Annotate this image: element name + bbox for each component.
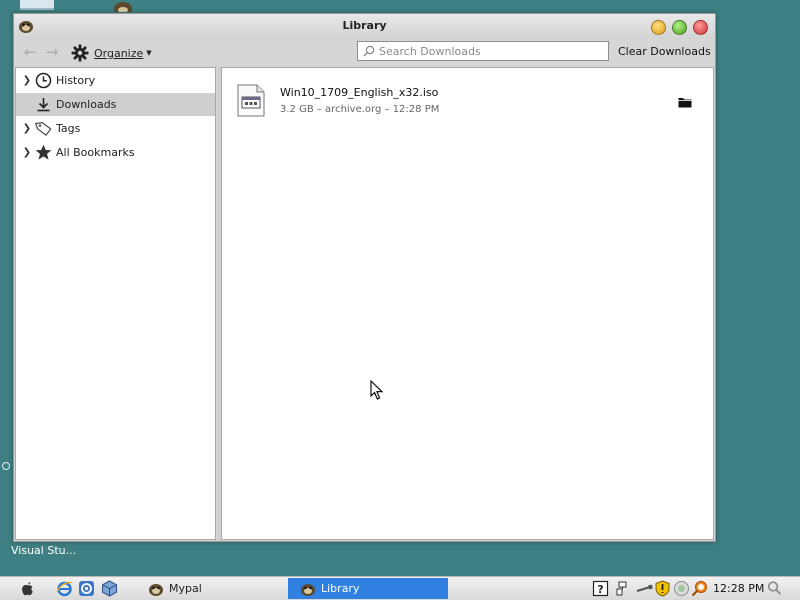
browser-app-icon[interactable] — [78, 580, 95, 597]
organize-menu-button[interactable]: Organize ▼ — [71, 43, 152, 63]
taskbar-task-library[interactable]: Library — [288, 578, 448, 599]
forward-arrow-icon[interactable]: → — [43, 44, 61, 60]
raccoon-app-icon[interactable] — [112, 0, 134, 12]
tag-icon — [35, 121, 52, 137]
window-title: Library — [342, 19, 387, 32]
search-icon[interactable] — [766, 580, 783, 597]
desktop-icon-partial[interactable] — [20, 0, 54, 10]
network-icon[interactable] — [614, 580, 631, 597]
file-icon — [237, 84, 265, 117]
search-downloads-input[interactable] — [379, 43, 599, 59]
desktop-radio-marker — [2, 462, 10, 470]
task-label: Mypal — [169, 582, 202, 595]
library-toolbar: ← → Organize ▼ Clear Down — [14, 39, 715, 66]
clear-downloads-button[interactable]: Clear Downloads — [618, 45, 711, 58]
internet-explorer-icon[interactable] — [56, 580, 73, 597]
expand-arrow-icon[interactable]: ❯ — [22, 75, 32, 86]
back-arrow-icon[interactable]: ← — [21, 44, 39, 60]
security-shield-icon[interactable] — [654, 580, 671, 597]
gear-icon — [71, 44, 89, 62]
download-status: 3.2 GB – archive.org – 12:28 PM — [280, 104, 440, 115]
download-item[interactable]: Win10_1709_English_x32.iso 3.2 GB – arch… — [222, 80, 713, 124]
close-button[interactable] — [693, 20, 708, 35]
star-icon — [35, 144, 52, 160]
mypal-app-icon — [149, 583, 163, 596]
taskbar-task-mypal[interactable]: Mypal — [136, 578, 286, 599]
sidebar-item-label: Tags — [56, 122, 81, 135]
organize-label: Organize — [94, 46, 144, 60]
downloads-list: Win10_1709_English_x32.iso 3.2 GB – arch… — [221, 67, 714, 540]
sidebar-item-all-bookmarks[interactable]: ❯ All Bookmarks — [16, 141, 215, 164]
desktop-icon-label[interactable]: Visual Stu... — [11, 544, 76, 557]
download-icon — [37, 98, 50, 112]
task-label: Library — [321, 582, 360, 595]
volume-icon[interactable] — [673, 580, 690, 597]
sidebar-item-tags[interactable]: ❯ Tags — [16, 117, 215, 140]
magnifier-app-icon[interactable] — [691, 580, 708, 597]
library-sidebar: ❯ History Downloads ❯ Tags ❯ All Bookmar… — [15, 67, 216, 540]
caret-down-icon: ▼ — [146, 49, 152, 57]
sidebar-item-history[interactable]: ❯ History — [16, 69, 215, 92]
title-bar[interactable]: Library — [14, 14, 715, 39]
expand-arrow-icon[interactable]: ❯ — [22, 147, 32, 158]
virtualbox-icon[interactable] — [101, 580, 118, 597]
open-folder-icon[interactable] — [678, 96, 692, 108]
usb-icon[interactable] — [636, 580, 653, 597]
sidebar-item-label: Downloads — [56, 98, 117, 111]
mypal-app-icon — [301, 583, 315, 596]
taskbar-clock[interactable]: 12:28 PM — [713, 582, 764, 595]
search-icon — [363, 45, 375, 57]
search-box[interactable] — [357, 41, 609, 61]
expand-arrow-icon[interactable]: ❯ — [22, 123, 32, 134]
help-icon[interactable]: ? — [592, 580, 609, 597]
mouse-cursor — [370, 380, 384, 400]
svg-text:?: ? — [597, 583, 603, 596]
sidebar-item-label: All Bookmarks — [56, 146, 135, 159]
sidebar-item-label: History — [56, 74, 96, 87]
minimize-button[interactable] — [651, 20, 666, 35]
sidebar-item-downloads[interactable]: Downloads — [16, 93, 215, 116]
apple-menu-icon[interactable] — [19, 580, 36, 597]
taskbar: Mypal Library ? 12:28 PM — [0, 576, 800, 600]
maximize-button[interactable] — [672, 20, 687, 35]
download-file-name: Win10_1709_English_x32.iso — [280, 86, 439, 99]
clock-icon — [35, 72, 52, 89]
library-window: Library ← → Organize ▼ Search Downloads … — [13, 13, 716, 542]
